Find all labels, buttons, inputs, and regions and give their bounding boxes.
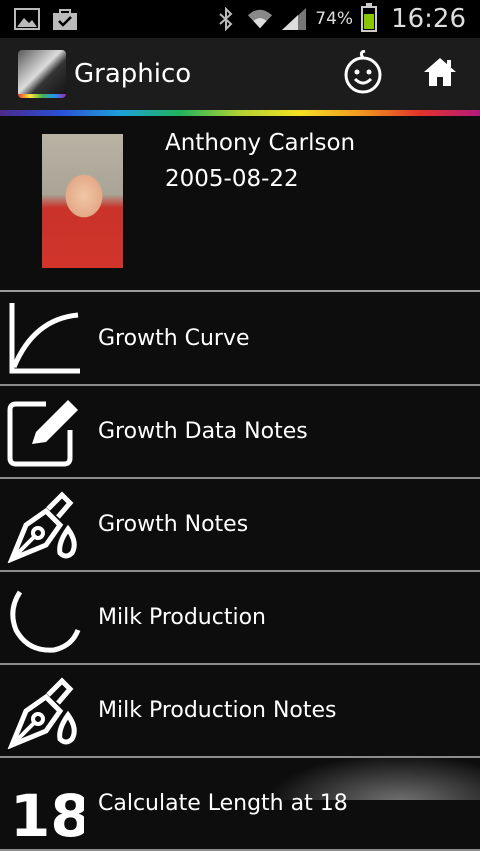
svg-text:18: 18 <box>10 782 84 842</box>
section-divider <box>0 290 480 292</box>
menu-label: Growth Data Notes <box>98 419 308 444</box>
bluetooth-icon <box>213 6 239 32</box>
baby-face-icon[interactable] <box>342 49 384 98</box>
child-profile[interactable]: Anthony Carlson 2005-08-22 <box>0 116 480 288</box>
child-birthdate: 2005-08-22 <box>165 166 299 192</box>
pen-drops-icon <box>6 673 84 750</box>
edit-note-icon <box>6 394 84 470</box>
growth-curve-icon <box>6 301 84 377</box>
menu-item-growth-curve[interactable]: Growth Curve <box>0 293 480 386</box>
clock: 16:26 <box>391 4 466 34</box>
arc-icon <box>6 580 84 656</box>
signal-icon <box>281 6 307 32</box>
menu-label: Milk Production Notes <box>98 698 337 723</box>
menu-item-milk-production-notes[interactable]: Milk Production Notes <box>0 665 480 758</box>
app-title: Graphico <box>74 59 192 89</box>
pen-drops-icon <box>6 487 84 564</box>
battery-icon <box>361 3 378 32</box>
battery-percent: 74% <box>315 9 354 29</box>
menu-label: Growth Notes <box>98 512 249 537</box>
action-bar: Graphico <box>0 38 480 110</box>
home-icon[interactable] <box>422 56 458 92</box>
eighteen-icon: 18 <box>6 766 91 850</box>
child-photo[interactable] <box>42 134 123 268</box>
app-logo[interactable] <box>18 50 66 98</box>
menu-label: Calculate Length at 18 <box>98 791 348 816</box>
main-menu: Growth Curve Growth Data Notes Growth No… <box>0 293 480 851</box>
child-name: Anthony Carlson <box>165 130 356 156</box>
menu-label: Growth Curve <box>98 326 250 351</box>
wifi-icon <box>247 6 273 32</box>
menu-item-milk-production[interactable]: Milk Production <box>0 572 480 665</box>
menu-label: Milk Production <box>98 605 266 630</box>
status-bar: 74% 16:26 <box>0 0 480 38</box>
menu-item-calculate-length[interactable]: 18 Calculate Length at 18 <box>0 758 480 851</box>
menu-item-growth-data-notes[interactable]: Growth Data Notes <box>0 386 480 479</box>
shopping-bag-notification-icon <box>52 6 78 32</box>
gallery-notification-icon <box>14 6 40 32</box>
menu-item-growth-notes[interactable]: Growth Notes <box>0 479 480 572</box>
